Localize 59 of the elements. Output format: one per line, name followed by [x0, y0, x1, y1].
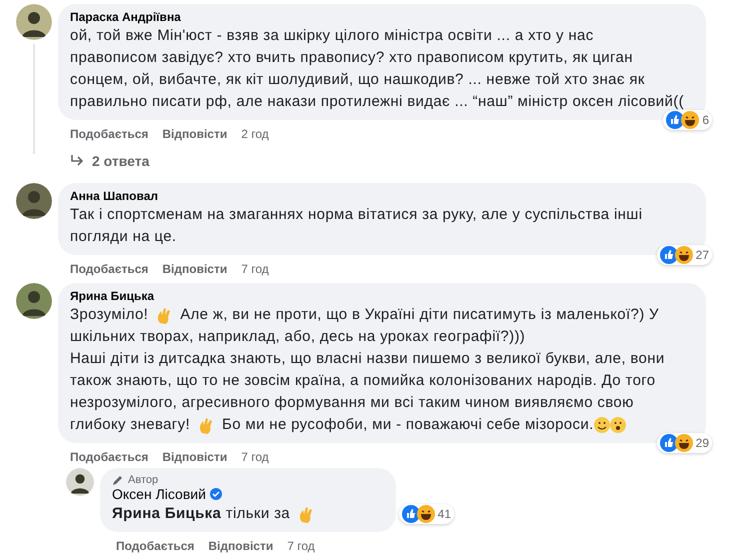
comment-text: Так і спортсменам на змаганнях норма вітатися за руку, але у суспільства інші	[70, 204, 642, 225]
comment-text: погляди на це.	[70, 226, 176, 247]
timestamp: 7 год	[241, 262, 269, 276]
reactions-badge[interactable]: 6	[663, 110, 712, 130]
reply-link[interactable]: Відповісти	[162, 262, 228, 276]
laughing-face-icon	[416, 505, 435, 523]
author-name[interactable]: Ярина Бицька	[70, 288, 694, 303]
author-label: Автор	[128, 474, 158, 486]
like-icon	[402, 505, 420, 523]
comment-text: сонцем, ой, вибачте, як кіт шолудивий, що нашкодив? ... невже той хто знає як	[70, 70, 645, 90]
reactions-badge[interactable]: 27	[656, 244, 712, 265]
timestamp: 2 год	[241, 127, 269, 141]
comment-text: також знають, що то не зовсім країна, а помийка колонізованих народів. До того	[70, 370, 656, 391]
ok-hand-icon	[298, 505, 314, 523]
comment-text: Бо ми не русофоби, ми - поважаючі себе мізороси.	[222, 414, 594, 435]
comment-text: незрозумілого, агресивного формування ми всі таким чином виявляємо свою	[70, 392, 634, 413]
comment-text: правописом завідує? хто вчить правопису? хто правописом крутить, як циган	[70, 48, 633, 68]
author-name[interactable]: Оксен Лісовий	[112, 486, 206, 502]
ok-hand-icon	[198, 416, 214, 434]
like-link[interactable]: Подобається	[116, 539, 194, 553]
comment-text: Наші діти із дитсадка знають, що власні назви пишемо з великої букви, але, вони	[70, 348, 665, 369]
comment-text: правильно писати рф, але накази протилежні видає ... “наш” міністр оксен лісовий((	[70, 92, 684, 112]
reaction-count: 41	[438, 507, 452, 521]
comment-text: Зрозуміло!	[70, 304, 148, 325]
reply-link[interactable]: Відповісти	[208, 539, 274, 553]
reaction-count: 29	[696, 436, 709, 450]
timestamp: 7 год	[241, 450, 269, 464]
reaction-count: 6	[702, 113, 709, 127]
reply-text: Ярина Бицька тільки за	[112, 504, 290, 524]
reply-link[interactable]: Відповісти	[162, 450, 228, 464]
avatar[interactable]	[16, 4, 52, 40]
comment-text: глибоку зневагу!	[70, 414, 190, 435]
reactions-badge[interactable]: 29	[656, 432, 712, 453]
author-name[interactable]: Анна Шаповал	[70, 188, 694, 203]
comment-text: ой, той вже Мін'юст - взяв за шкірку цілого міністра освіти ... а хто у нас	[70, 26, 594, 46]
comment-text: шкільних творах, наприклад, або, десь на уроках географії?)))	[70, 326, 526, 347]
timestamp: 7 год	[287, 539, 315, 553]
laughing-face-icon	[674, 434, 693, 452]
like-link[interactable]: Подобається	[70, 450, 148, 464]
reply-link[interactable]: Відповісти	[162, 127, 228, 141]
reactions-badge[interactable]: 41	[398, 504, 454, 524]
surprised-face-icon	[610, 416, 626, 433]
ok-hand-icon	[156, 306, 172, 324]
like-icon	[660, 246, 678, 264]
author-name[interactable]: Параска Андріївна	[70, 10, 694, 24]
avatar[interactable]	[66, 468, 94, 496]
like-link[interactable]: Подобається	[70, 127, 148, 141]
reaction-count: 27	[696, 248, 709, 262]
pen-icon	[112, 474, 124, 486]
avatar[interactable]	[16, 182, 52, 219]
laughing-face-icon	[674, 246, 693, 264]
avatar[interactable]	[16, 282, 52, 319]
like-icon	[660, 434, 678, 452]
view-replies-link[interactable]: 2 ответа	[70, 153, 150, 169]
comment-text: Але ж, ви не проти, що в Україні діти писатимуть із маленької?) У	[180, 304, 659, 325]
laughing-face-icon	[681, 111, 700, 129]
smile-icon	[594, 416, 610, 433]
like-link[interactable]: Подобається	[70, 262, 148, 276]
reply-arrow-icon	[70, 155, 84, 167]
